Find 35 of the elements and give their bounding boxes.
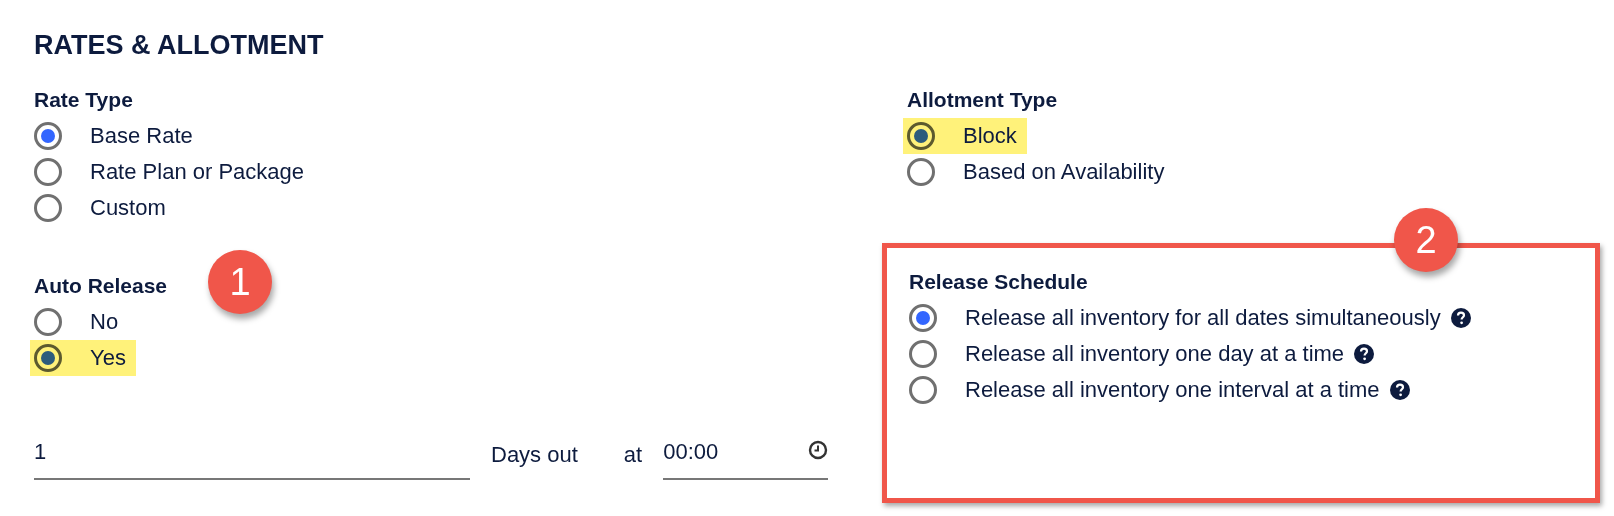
highlighted-option[interactable]: Yes <box>30 340 136 376</box>
radio-option[interactable]: Release all inventory one day at a time <box>909 336 1355 372</box>
radio-option[interactable]: Rate Plan or Package <box>34 154 315 190</box>
days-out-label: Days out <box>491 442 578 469</box>
radio-button[interactable] <box>34 344 62 372</box>
group-label: Allotment Type <box>907 87 1058 113</box>
group-label: Release Schedule <box>909 269 1089 295</box>
radio-option[interactable]: Release all inventory one interval at a time <box>909 372 1390 408</box>
group-label: Auto Release <box>34 273 168 299</box>
radio-option[interactable]: Release all inventory for all dates simultaneously <box>909 300 1451 336</box>
clock-icon[interactable] <box>808 440 829 460</box>
radio-option[interactable]: Base Rate <box>34 118 203 154</box>
radio-option[interactable]: Custom <box>34 190 176 226</box>
at-label: at <box>623 442 643 469</box>
callout-badge: 1 <box>208 250 272 314</box>
help-icon[interactable] <box>1389 380 1410 400</box>
callout-badge: 2 <box>1394 208 1458 272</box>
radio-button[interactable] <box>907 122 935 150</box>
radio-button[interactable] <box>34 158 62 186</box>
radio-button[interactable] <box>34 194 62 222</box>
radio-button[interactable] <box>909 376 937 404</box>
help-icon[interactable] <box>1450 308 1471 328</box>
radio-option[interactable]: No <box>34 304 129 340</box>
radio-button[interactable] <box>34 308 62 336</box>
time-input-field[interactable]: 00:00 <box>663 436 829 480</box>
radio-button[interactable] <box>907 158 935 186</box>
days-input-field[interactable]: 1 <box>34 436 470 480</box>
radio-button[interactable] <box>909 340 937 368</box>
group-label: Rate Type <box>34 87 133 113</box>
radio-button[interactable] <box>34 122 62 150</box>
radio-option[interactable]: Based on Availability <box>907 154 1175 190</box>
help-icon[interactable] <box>1354 344 1375 364</box>
radio-button[interactable] <box>909 304 937 332</box>
section-title: RATES & ALLOTMENT <box>34 29 325 62</box>
highlighted-option[interactable]: Block <box>903 118 1027 154</box>
